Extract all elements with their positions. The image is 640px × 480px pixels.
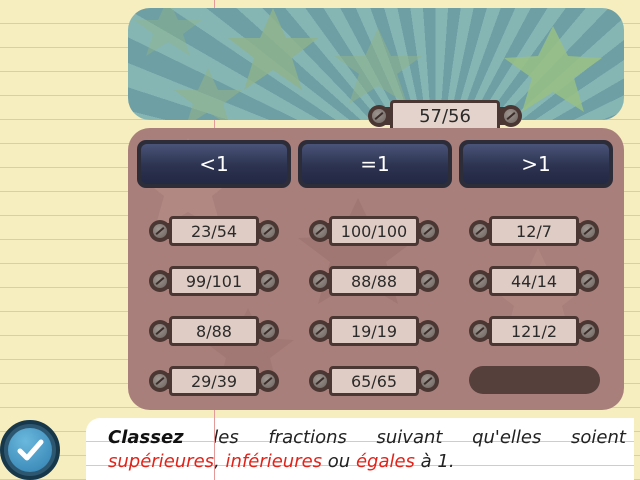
screw-icon [417,270,439,292]
screw-icon [309,320,331,342]
screw-icon [577,320,599,342]
keyword-inferieures: inférieures [225,451,323,472]
screw-icon [500,105,522,127]
empty-tile-slot [469,366,600,394]
screw-icon [149,220,171,242]
screw-icon [417,320,439,342]
screw-icon [257,320,279,342]
star-shape [174,68,242,120]
fraction-tile[interactable]: 12/7 [469,216,599,246]
instruction-word: fractions [268,427,347,448]
fraction-tile[interactable]: 8/88 [149,316,279,346]
star-shape [134,8,202,56]
screw-icon [309,370,331,392]
fraction-label: 88/88 [329,266,419,296]
fraction-label: 65/65 [329,366,419,396]
screw-icon [577,220,599,242]
instruction-line-1: Classez les fractions suivant qu'elles s… [108,426,626,450]
screw-icon [149,370,171,392]
star-shape [228,8,318,90]
screw-icon [469,320,491,342]
screw-icon [257,370,279,392]
fraction-tile[interactable]: 23/54 [149,216,279,246]
fraction-label: 121/2 [489,316,579,346]
screw-icon [577,270,599,292]
fraction-label: 19/19 [329,316,419,346]
fraction-tile[interactable]: 19/19 [309,316,439,346]
instruction-word: qu'elles [472,427,542,448]
instruction-word: ou [327,451,351,472]
category-label: <1 [141,144,287,184]
screw-icon [309,270,331,292]
instruction-line-2: supérieures, inférieures ou égales à 1. [108,450,626,474]
fraction-tile[interactable]: 100/100 [309,216,439,246]
fraction-label: 23/54 [169,216,259,246]
fraction-tile[interactable]: 29/39 [149,366,279,396]
screw-icon [257,270,279,292]
screw-icon [469,270,491,292]
screw-icon [309,220,331,242]
fraction-label: 8/88 [169,316,259,346]
category-label: >1 [463,144,609,184]
category-label: =1 [302,144,448,184]
keyword-superieures: supérieures [108,451,215,472]
category-greater-than-one-button[interactable]: >1 [459,140,613,188]
fraction-tile[interactable]: 88/88 [309,266,439,296]
validate-button[interactable] [0,420,60,480]
fraction-label: 12/7 [489,216,579,246]
screw-icon [417,370,439,392]
fraction-tile[interactable]: 65/65 [309,366,439,396]
keyword-egales: égales [355,451,415,472]
check-icon-glyph [17,439,44,461]
screw-icon [149,320,171,342]
instruction-margin-line [214,418,215,480]
instruction-panel: Classez les fractions suivant qu'elles s… [86,418,634,480]
fraction-label: 29/39 [169,366,259,396]
instruction-word: les [213,427,239,448]
screw-icon [469,220,491,242]
fraction-tile[interactable]: 44/14 [469,266,599,296]
fraction-label: 100/100 [329,216,419,246]
instruction-word: soient [571,427,626,448]
category-less-than-one-button[interactable]: <1 [137,140,291,188]
instruction-word: suivant [376,427,443,448]
screw-icon [257,220,279,242]
instruction-word: à 1. [420,451,455,472]
check-icon [8,428,52,472]
fraction-label: 44/14 [489,266,579,296]
fraction-tile[interactable]: 99/101 [149,266,279,296]
star-shape [334,28,422,104]
screw-icon [368,105,390,127]
fraction-tile[interactable]: 121/2 [469,316,599,346]
screw-icon [149,270,171,292]
fraction-label: 99/101 [169,266,259,296]
instruction-verb: Classez [108,427,184,448]
category-equal-one-button[interactable]: =1 [298,140,452,188]
screw-icon [417,220,439,242]
